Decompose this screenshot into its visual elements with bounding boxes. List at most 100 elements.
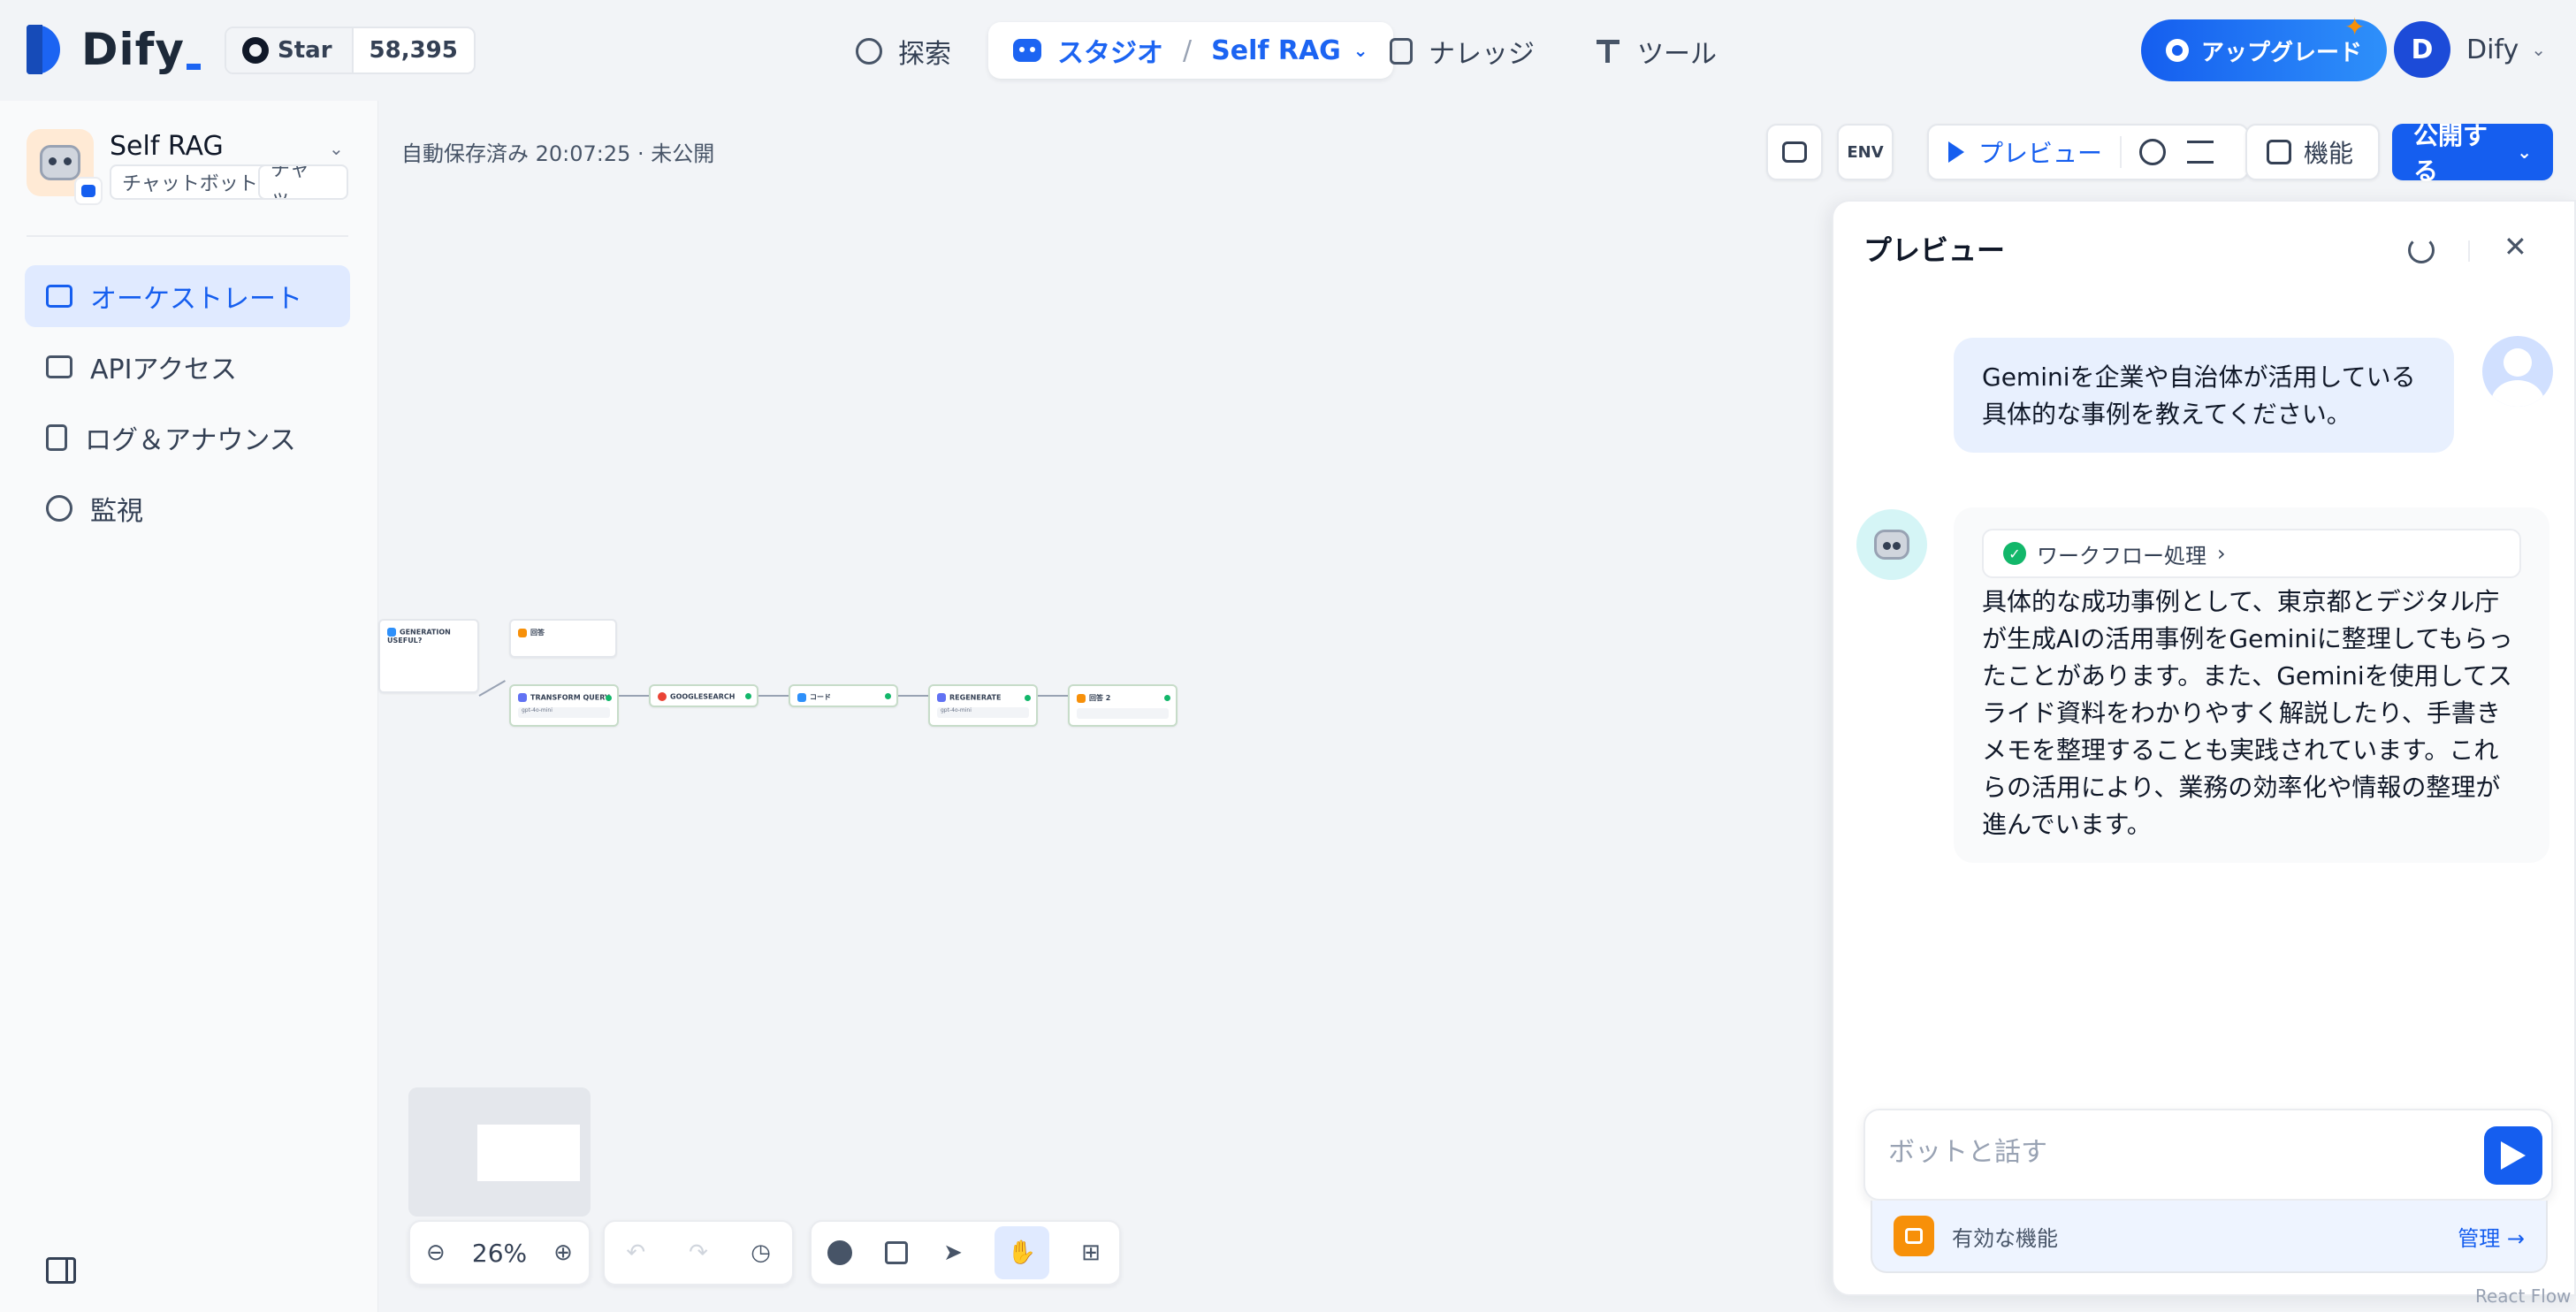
node-answer[interactable]: 回答 bbox=[509, 619, 617, 658]
preview-button[interactable]: プレビュー bbox=[1927, 124, 2249, 180]
app-type-tag: チャットボット bbox=[110, 164, 271, 200]
sidebar-item-logs[interactable]: ログ＆アナウンス bbox=[25, 407, 350, 469]
success-indicator bbox=[885, 693, 891, 699]
redo-icon[interactable]: ↷ bbox=[683, 1238, 713, 1268]
bot-message: ✓ ワークフロー処理 › 具体的な成功事例として、東京都とデジタル庁が生成AIの… bbox=[1954, 507, 2549, 863]
user-menu[interactable]: D Dify ⌄ bbox=[2394, 21, 2546, 78]
react-flow-attribution[interactable]: React Flow bbox=[2475, 1285, 2571, 1307]
gauge-icon bbox=[46, 495, 72, 522]
robot-icon bbox=[1874, 530, 1909, 560]
canvas-tools: ➤ ✋ ⊞ bbox=[810, 1220, 1121, 1285]
chat-input[interactable] bbox=[1888, 1137, 2454, 1168]
workflow-process-toggle[interactable]: ✓ ワークフロー処理 › bbox=[1982, 529, 2521, 578]
terminal-icon bbox=[46, 355, 72, 378]
compass-icon bbox=[856, 38, 882, 65]
refresh-icon[interactable] bbox=[2408, 237, 2435, 263]
chat-input-box bbox=[1863, 1109, 2553, 1201]
success-indicator bbox=[745, 693, 751, 699]
book-icon bbox=[1390, 38, 1413, 65]
robot-icon bbox=[1013, 39, 1041, 62]
organize-blocks-icon[interactable]: ⊞ bbox=[1076, 1238, 1106, 1268]
checklist-icon[interactable] bbox=[2187, 141, 2214, 164]
app-mode-tag: チャッ... bbox=[258, 164, 348, 200]
star-sparkle-icon: ✦ bbox=[2344, 12, 2366, 42]
nav-explore[interactable]: 探索 bbox=[856, 32, 951, 71]
user-message: Geminiを企業や自治体が活用している具体的な事例を教えてください。 bbox=[1954, 338, 2454, 453]
dify-logo[interactable]: Dify bbox=[27, 24, 201, 75]
node-answer-2[interactable]: 回答 2 bbox=[1068, 684, 1177, 727]
google-icon bbox=[658, 692, 667, 701]
app-sidebar: Self RAG ⌄ チャットボット チャッ... オーケストレート APIアク… bbox=[0, 101, 378, 1312]
code-icon bbox=[797, 692, 806, 702]
sidebar-item-api-access[interactable]: APIアクセス bbox=[25, 336, 350, 398]
message-check-icon bbox=[1782, 141, 1807, 163]
node-transform-query[interactable]: TRANSFORM QUERY gpt-4o-mini bbox=[509, 684, 619, 727]
chevron-down-icon: ⌄ bbox=[2517, 141, 2532, 163]
nav-studio-label[interactable]: スタジオ bbox=[1057, 31, 1163, 70]
close-icon[interactable]: ✕ bbox=[2504, 230, 2527, 263]
apps-icon bbox=[2267, 140, 2291, 164]
llm-icon bbox=[937, 693, 946, 702]
user-avatar[interactable]: D bbox=[2394, 21, 2450, 78]
chevron-down-icon: ⌄ bbox=[2531, 39, 2546, 60]
zoom-out-icon[interactable]: ⊖ bbox=[421, 1238, 451, 1268]
answer-icon bbox=[1077, 693, 1086, 703]
user-avatar-icon bbox=[2482, 336, 2553, 407]
divider bbox=[27, 235, 348, 237]
bot-message-text: 具体的な成功事例として、東京都とデジタル庁が生成AIの活用事例をGeminiに整… bbox=[1982, 587, 2513, 839]
app-type-badge-icon bbox=[74, 177, 103, 205]
answer-icon bbox=[518, 628, 527, 637]
node-code[interactable]: コード bbox=[789, 684, 898, 707]
quote-icon bbox=[1894, 1216, 1934, 1256]
bot-avatar bbox=[1856, 509, 1927, 580]
enabled-features-label: 有効な機能 bbox=[1952, 1225, 2058, 1251]
sidebar-item-monitoring[interactable]: 監視 bbox=[25, 477, 350, 539]
run-history-icon[interactable] bbox=[2139, 139, 2167, 165]
history-icon[interactable]: ◷ bbox=[746, 1238, 776, 1268]
zoom-in-icon[interactable]: ⊕ bbox=[548, 1238, 578, 1268]
preview-panel: プレビュー ✕ Geminiを企業や自治体が活用している具体的な事例を教えてくだ… bbox=[1832, 200, 2576, 1296]
if-else-icon bbox=[387, 628, 396, 637]
minimap[interactable] bbox=[408, 1087, 591, 1217]
nav-knowledge[interactable]: ナレッジ bbox=[1390, 32, 1535, 71]
dify-logo-icon bbox=[27, 25, 72, 74]
undo-icon[interactable]: ↶ bbox=[621, 1238, 651, 1268]
chevron-down-icon[interactable]: ⌄ bbox=[1353, 40, 1368, 61]
workflow-canvas[interactable]: 自動保存済み 20:07:25 · 未公開 ENV GENERATION USE… bbox=[378, 101, 1894, 1312]
robot-icon bbox=[40, 145, 80, 180]
preview-title: プレビュー bbox=[1863, 233, 2006, 267]
autosave-status: 自動保存済み 20:07:25 · 未公開 bbox=[401, 141, 715, 166]
github-star-count[interactable]: 58,395 bbox=[354, 37, 474, 64]
node-regenerate[interactable]: REGENERATE gpt-4o-mini bbox=[928, 684, 1038, 727]
checklist-button[interactable] bbox=[1766, 124, 1823, 180]
zoom-level[interactable]: 26% bbox=[472, 1239, 527, 1268]
chevron-right-icon: › bbox=[2217, 541, 2226, 566]
manage-features-link[interactable]: 管理 → bbox=[2458, 1221, 2525, 1252]
node-googlesearch[interactable]: GOOGLESEARCH bbox=[649, 684, 758, 707]
github-icon bbox=[242, 37, 269, 64]
nav-studio[interactable]: スタジオ / Self RAG ⌄ bbox=[988, 22, 1393, 79]
add-node-icon[interactable] bbox=[825, 1238, 855, 1268]
enabled-features-bar: 有効な機能 管理 → bbox=[1871, 1201, 2548, 1273]
collapse-sidebar-icon[interactable] bbox=[46, 1257, 76, 1284]
github-star-button[interactable]: Star bbox=[226, 28, 354, 72]
github-star-widget[interactable]: Star 58,395 bbox=[225, 27, 476, 74]
sidebar-item-orchestrate[interactable]: オーケストレート bbox=[25, 265, 350, 327]
env-variables-button[interactable]: ENV bbox=[1837, 124, 1894, 180]
play-icon bbox=[1948, 141, 1964, 163]
app-name[interactable]: Self RAG bbox=[110, 131, 224, 162]
zoom-controls: ⊖ 26% ⊕ bbox=[408, 1220, 591, 1285]
logo-text: Dify bbox=[81, 24, 185, 75]
nav-tools[interactable]: ツール bbox=[1595, 32, 1717, 71]
node-generation-useful[interactable]: GENERATION USEFUL? bbox=[378, 619, 479, 693]
features-button[interactable]: 機能 bbox=[2245, 124, 2380, 180]
publish-button[interactable]: 公開する ⌄ bbox=[2392, 121, 2553, 186]
pointer-icon[interactable]: ➤ bbox=[938, 1238, 968, 1268]
file-list-icon bbox=[46, 424, 67, 451]
hand-icon[interactable]: ✋ bbox=[995, 1226, 1049, 1279]
add-note-icon[interactable] bbox=[881, 1238, 911, 1268]
chevron-down-icon[interactable]: ⌄ bbox=[329, 138, 344, 159]
send-button[interactable] bbox=[2484, 1126, 2542, 1185]
minimap-viewport[interactable] bbox=[477, 1125, 580, 1181]
current-app-name[interactable]: Self RAG bbox=[1211, 35, 1341, 66]
